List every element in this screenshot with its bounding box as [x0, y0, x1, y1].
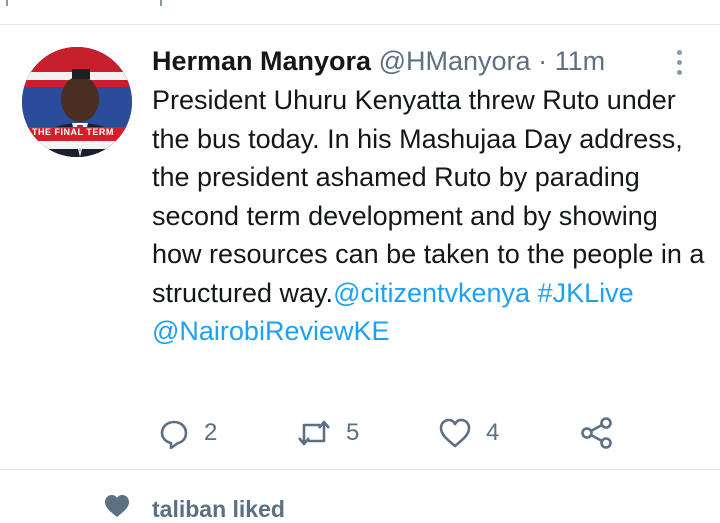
like-button[interactable]: 4 [438, 413, 499, 453]
mention-link[interactable]: @citizentvkenya [333, 278, 530, 308]
retweet-button[interactable]: 5 [296, 413, 359, 453]
tweet-text: President Uhuru Kenyatta threw Ruto unde… [152, 81, 712, 351]
activity-row[interactable]: taliban liked [0, 470, 720, 522]
previous-tweet-edge [0, 0, 720, 25]
share-icon [581, 417, 612, 449]
reply-icon [160, 420, 188, 449]
share-button[interactable] [580, 413, 614, 453]
retweet-icon [298, 420, 330, 446]
tweet-timestamp[interactable]: 11m [555, 46, 606, 76]
divider-tick [160, 0, 162, 6]
tweet-actions: 2 5 4 [152, 413, 672, 453]
like-count: 4 [486, 419, 500, 446]
hashtag-link[interactable]: #JKLive [538, 278, 634, 308]
tweet-header: Herman Manyora @HManyora · 11m [152, 43, 605, 79]
mention-link[interactable]: @NairobiReviewKE [152, 316, 390, 346]
tweet-card[interactable]: THE FINAL TERM Herman Manyora @HManyora … [0, 25, 720, 470]
liked-heart-icon [105, 495, 129, 517]
author-handle[interactable]: @HManyora [379, 46, 531, 76]
avatar-photo [22, 47, 132, 157]
avatar[interactable]: THE FINAL TERM [22, 47, 132, 157]
reply-count: 2 [204, 419, 218, 446]
divider-tick [6, 0, 8, 6]
retweet-count: 5 [346, 419, 360, 446]
liked-by-text: taliban liked [152, 496, 285, 522]
heart-icon [439, 418, 471, 448]
tweet-body: President Uhuru Kenyatta threw Ruto unde… [152, 85, 705, 308]
avatar-caption: THE FINAL TERM [32, 127, 114, 137]
separator-dot: · [538, 46, 548, 76]
reply-button[interactable]: 2 [158, 413, 217, 453]
author-name[interactable]: Herman Manyora [152, 46, 371, 76]
more-options-icon[interactable] [668, 47, 690, 77]
